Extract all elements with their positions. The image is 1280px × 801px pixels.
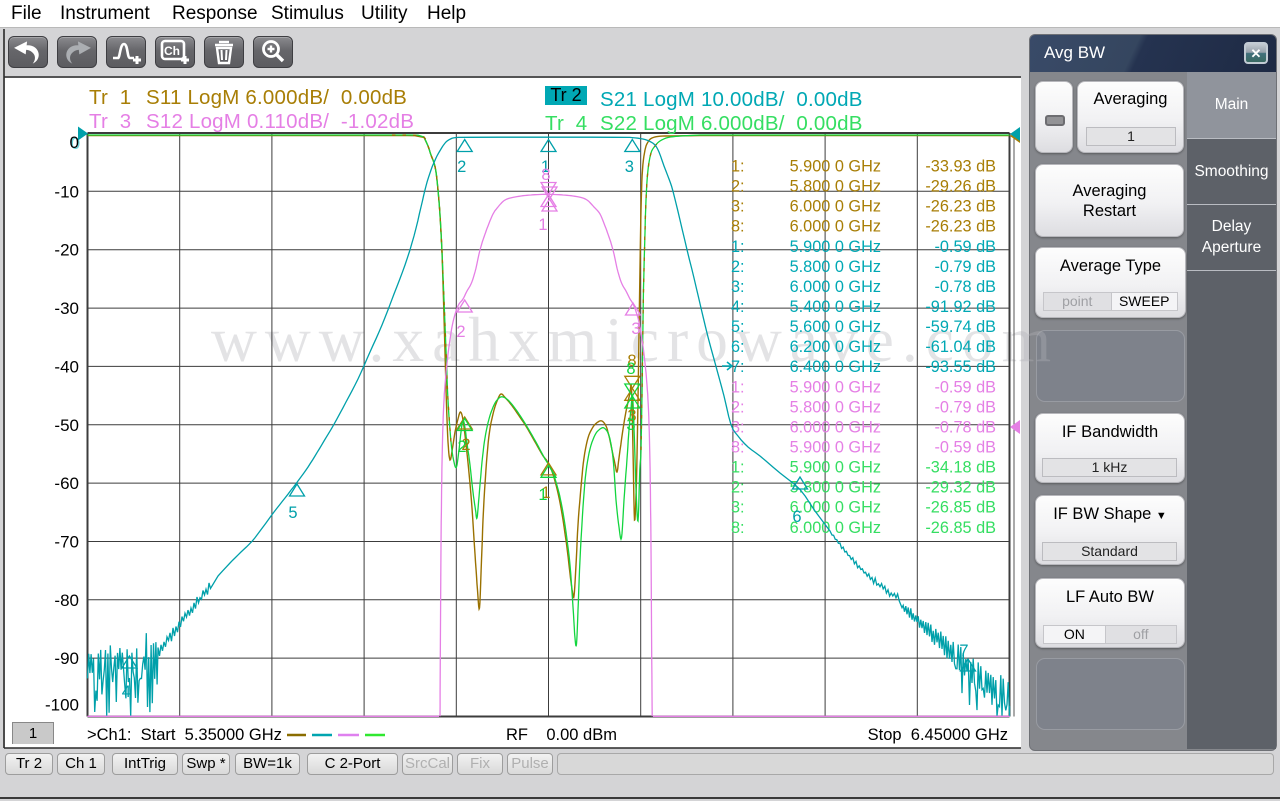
svg-text:6.000 0 GHz: 6.000 0 GHz <box>790 218 881 236</box>
svg-text:2: 2 <box>457 438 466 456</box>
svg-text:-93.55 dB: -93.55 dB <box>925 358 996 376</box>
svg-text:1:: 1: <box>731 459 745 477</box>
svg-text:5.900 0 GHz: 5.900 0 GHz <box>790 238 881 256</box>
svg-text:-60: -60 <box>54 474 79 493</box>
svg-text:3:: 3: <box>731 278 745 296</box>
svg-text:-50: -50 <box>54 416 79 435</box>
svg-text:2:: 2: <box>731 178 745 196</box>
svg-text:-0.78 dB: -0.78 dB <box>934 278 996 296</box>
svg-text:8:: 8: <box>731 218 745 236</box>
svg-text:3: 3 <box>625 158 634 176</box>
svg-text:-100: -100 <box>45 696 79 715</box>
svg-text:-30: -30 <box>54 299 79 318</box>
svg-text:1:: 1: <box>731 238 745 256</box>
svg-text:2:: 2: <box>731 258 745 276</box>
svg-text:-34.18 dB: -34.18 dB <box>925 459 996 477</box>
svg-text:1: 1 <box>538 486 547 504</box>
svg-text:5.900 0 GHz: 5.900 0 GHz <box>790 158 881 176</box>
svg-text:8: 8 <box>541 166 550 184</box>
svg-text:5.900 0 GHz: 5.900 0 GHz <box>790 459 881 477</box>
svg-text:-40: -40 <box>54 357 79 376</box>
svg-text:-26.85 dB: -26.85 dB <box>925 519 996 537</box>
svg-text:5.900 0 GHz: 5.900 0 GHz <box>790 439 881 457</box>
svg-text:1: 1 <box>538 216 547 234</box>
svg-text:3:: 3: <box>731 198 745 216</box>
svg-text:3:: 3: <box>731 418 745 436</box>
svg-text:-80: -80 <box>54 591 79 610</box>
svg-text:1:: 1: <box>731 158 745 176</box>
svg-text:-0.79 dB: -0.79 dB <box>934 258 996 276</box>
svg-text:6.000 0 GHz: 6.000 0 GHz <box>790 499 881 517</box>
svg-text:-59.74 dB: -59.74 dB <box>925 318 996 336</box>
svg-text:6.000 0 GHz: 6.000 0 GHz <box>790 519 881 537</box>
svg-text:3: 3 <box>626 416 635 434</box>
svg-text:-0.59 dB: -0.59 dB <box>934 238 996 256</box>
svg-text:5.900 0 GHz: 5.900 0 GHz <box>790 378 881 396</box>
svg-text:>Ch1: Start 5.35000 GHz: >Ch1: Start 5.35000 GHz <box>87 726 282 744</box>
svg-text:-61.04 dB: -61.04 dB <box>925 338 996 356</box>
svg-text:0: 0 <box>70 133 79 152</box>
svg-text:6.200 0 GHz: 6.200 0 GHz <box>790 338 881 356</box>
svg-text:-90: -90 <box>54 649 79 668</box>
svg-text:2:: 2: <box>731 479 745 497</box>
svg-text:5.800 0 GHz: 5.800 0 GHz <box>790 398 881 416</box>
svg-text:1:: 1: <box>731 378 745 396</box>
svg-text:7:: 7: <box>731 358 745 376</box>
svg-text:5: 5 <box>288 504 297 522</box>
svg-text:6:: 6: <box>731 338 745 356</box>
svg-text:5:: 5: <box>731 318 745 336</box>
svg-text:3:: 3: <box>731 499 745 517</box>
svg-text:4: 4 <box>122 683 131 701</box>
svg-text:8:: 8: <box>731 519 745 537</box>
svg-text:-29.26 dB: -29.26 dB <box>925 178 996 196</box>
svg-text:6.400 0 GHz: 6.400 0 GHz <box>790 358 881 376</box>
svg-text:-26.23 dB: -26.23 dB <box>925 218 996 236</box>
svg-text:-0.79 dB: -0.79 dB <box>934 398 996 416</box>
svg-text:RF 0.00 dBm: RF 0.00 dBm <box>506 726 617 744</box>
svg-text:Stop 6.45000 GHz: Stop 6.45000 GHz <box>868 726 1008 744</box>
svg-text:-26.23 dB: -26.23 dB <box>925 198 996 216</box>
svg-text:-91.92 dB: -91.92 dB <box>925 298 996 316</box>
svg-text:6.000 0 GHz: 6.000 0 GHz <box>790 278 881 296</box>
svg-text:2: 2 <box>457 158 466 176</box>
svg-text:-0.59 dB: -0.59 dB <box>934 378 996 396</box>
svg-text:6.000 0 GHz: 6.000 0 GHz <box>790 198 881 216</box>
svg-text:3: 3 <box>631 320 640 338</box>
svg-text:2: 2 <box>456 323 465 341</box>
svg-text:5.400 0 GHz: 5.400 0 GHz <box>790 298 881 316</box>
svg-text:6: 6 <box>792 508 801 526</box>
svg-text:7: 7 <box>959 642 968 660</box>
svg-text:5.800 0 GHz: 5.800 0 GHz <box>790 178 881 196</box>
svg-text:5.800 0 GHz: 5.800 0 GHz <box>790 258 881 276</box>
svg-text:4:: 4: <box>731 298 745 316</box>
svg-text:6.000 0 GHz: 6.000 0 GHz <box>790 418 881 436</box>
svg-text:-29.32 dB: -29.32 dB <box>925 479 996 497</box>
svg-text:2:: 2: <box>731 398 745 416</box>
svg-text:-20: -20 <box>54 241 79 260</box>
svg-text:-33.93 dB: -33.93 dB <box>925 158 996 176</box>
svg-text:5.600 0 GHz: 5.600 0 GHz <box>790 318 881 336</box>
svg-text:-0.59 dB: -0.59 dB <box>934 439 996 457</box>
svg-text:-0.78 dB: -0.78 dB <box>934 418 996 436</box>
svg-text:8: 8 <box>626 360 635 378</box>
svg-text:-70: -70 <box>54 533 79 552</box>
svg-text:-10: -10 <box>54 182 79 201</box>
svg-text:-26.85 dB: -26.85 dB <box>925 499 996 517</box>
